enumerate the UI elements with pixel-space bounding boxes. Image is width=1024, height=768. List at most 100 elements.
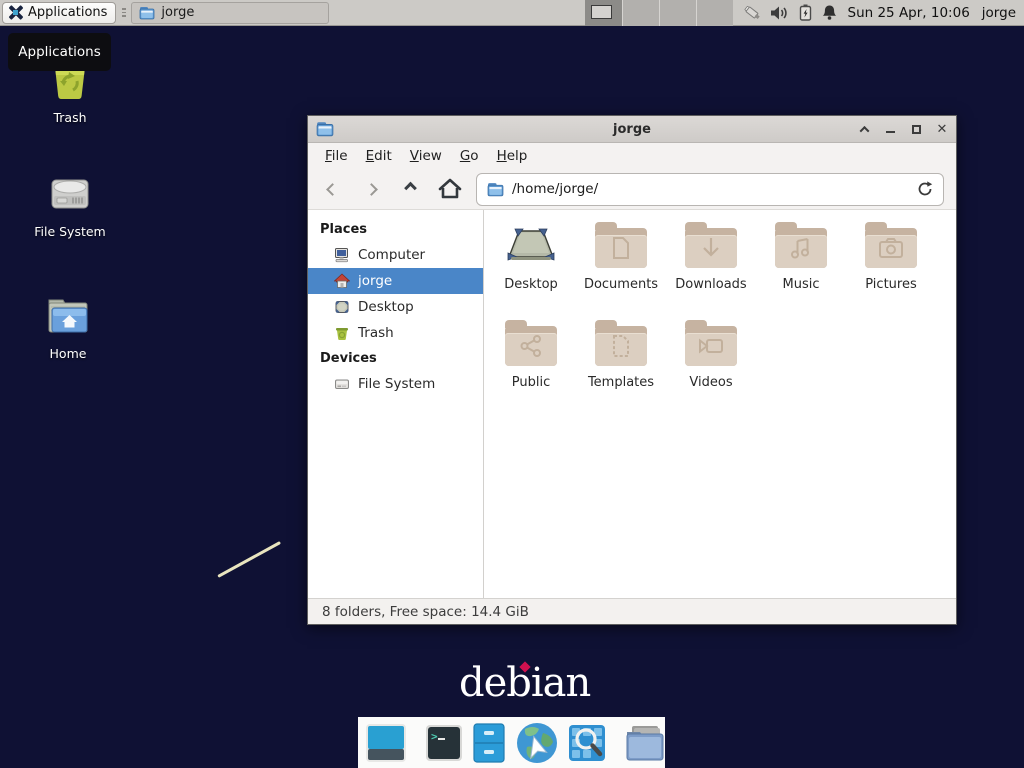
music-emblem-icon: [789, 236, 813, 260]
volume-icon[interactable]: [770, 5, 790, 21]
folder-icon: [139, 6, 155, 20]
menu-view[interactable]: View: [401, 144, 451, 168]
applications-menu-button[interactable]: Applications: [2, 2, 116, 24]
panel-handle[interactable]: [119, 4, 128, 22]
folder-item-label: Pictures: [865, 277, 916, 292]
desktop-line-artifact: [217, 541, 281, 578]
share-emblem-icon: [519, 334, 543, 358]
stylus-tray-icon[interactable]: [741, 4, 761, 22]
forward-button[interactable]: [353, 173, 390, 205]
menu-edit[interactable]: Edit: [357, 144, 401, 168]
desktop-icon-home-label: Home: [50, 346, 87, 361]
home-folder-icon: [43, 292, 93, 338]
folder-icon: [685, 222, 737, 268]
up-button[interactable]: [392, 173, 429, 205]
folder-icon: [595, 320, 647, 366]
maximize-window-button[interactable]: [910, 123, 922, 135]
sidebar-places-header: Places: [308, 217, 483, 242]
desktop-icon-home[interactable]: Home: [16, 292, 120, 361]
sidebar-item-desktop[interactable]: Desktop: [308, 294, 483, 320]
folder-launcher[interactable]: [624, 724, 666, 762]
desktop-icon-filesystem[interactable]: File System: [18, 170, 122, 239]
sidebar-devices-header: Devices: [308, 346, 483, 371]
folder-item-music[interactable]: Music: [756, 222, 846, 320]
home-icon: [334, 273, 350, 289]
app-finder-icon: [568, 724, 606, 762]
applications-tooltip-text: Applications: [18, 44, 100, 60]
workspace-1[interactable]: [585, 0, 622, 26]
home-icon: [438, 178, 462, 200]
notifications-bell-icon[interactable]: [821, 4, 838, 21]
menu-file[interactable]: File: [316, 144, 357, 168]
desktop-icon-filesystem-label: File System: [34, 224, 106, 239]
folder-item-downloads[interactable]: Downloads: [666, 222, 756, 320]
folder-item-label: Documents: [584, 277, 658, 292]
computer-icon: [334, 247, 350, 263]
statusbar: 8 folders, Free space: 14.4 GiB: [308, 598, 956, 624]
workspace-2[interactable]: [622, 0, 659, 26]
file-manager-launcher[interactable]: [472, 723, 506, 763]
close-window-button[interactable]: ✕: [936, 123, 948, 135]
address-bar[interactable]: /home/jorge/: [476, 173, 944, 206]
sidebar-item-jorge-label: jorge: [358, 273, 392, 289]
folder-item-documents[interactable]: Documents: [576, 222, 666, 320]
file-view[interactable]: Desktop Documents: [484, 210, 956, 598]
template-emblem-icon: [610, 334, 632, 358]
debian-logo: debian: [459, 660, 590, 706]
taskbar-window-label: jorge: [161, 5, 194, 20]
terminal-icon: >: [425, 724, 463, 762]
top-panel: Applications jorge: [0, 0, 1024, 26]
workspace-3[interactable]: [659, 0, 696, 26]
folder-item-public[interactable]: Public: [486, 320, 576, 418]
clock[interactable]: Sun 25 Apr, 10:06: [848, 5, 970, 21]
username-label[interactable]: jorge: [982, 5, 1016, 21]
terminal-launcher[interactable]: >: [425, 724, 463, 762]
sidebar-item-trash[interactable]: Trash: [308, 320, 483, 346]
folder-item-videos[interactable]: Videos: [666, 320, 756, 418]
battery-icon[interactable]: [799, 4, 812, 21]
sidebar-item-jorge[interactable]: jorge: [308, 268, 483, 294]
sidebar-item-filesystem-label: File System: [358, 376, 435, 392]
shade-window-button[interactable]: [858, 123, 870, 135]
applications-tooltip: Applications: [8, 33, 111, 71]
back-button[interactable]: [314, 173, 351, 205]
reload-icon[interactable]: [917, 181, 933, 197]
folder-item-label: Music: [783, 277, 820, 292]
hard-drive-icon: [45, 170, 95, 216]
folder-icon: [775, 222, 827, 268]
window-titlebar[interactable]: jorge ✕: [308, 116, 956, 143]
sidebar-item-trash-label: Trash: [358, 325, 394, 341]
camera-emblem-icon: [878, 237, 904, 259]
home-button[interactable]: [431, 173, 468, 205]
sidebar-item-filesystem[interactable]: File System: [308, 371, 483, 397]
folder-icon: [865, 222, 917, 268]
sidebar-item-desktop-label: Desktop: [358, 299, 414, 315]
address-folder-icon: [487, 182, 504, 197]
menu-help[interactable]: Help: [488, 144, 537, 168]
folder-item-label: Public: [512, 375, 550, 390]
address-path[interactable]: /home/jorge/: [512, 181, 909, 197]
sidebar-item-computer[interactable]: Computer: [308, 242, 483, 268]
minimize-window-button[interactable]: [884, 123, 896, 135]
statusbar-text: 8 folders, Free space: 14.4 GiB: [322, 604, 529, 620]
folder-item-label: Videos: [689, 375, 732, 390]
folder-item-desktop[interactable]: Desktop: [486, 222, 576, 320]
taskbar-window-button[interactable]: jorge: [131, 2, 329, 24]
video-emblem-icon: [697, 336, 725, 356]
sidebar: Places Computer jorge: [308, 210, 484, 598]
workspace-4[interactable]: [696, 0, 733, 26]
folder-item-pictures[interactable]: Pictures: [846, 222, 936, 320]
folder-item-templates[interactable]: Templates: [576, 320, 666, 418]
menubar: File Edit View Go Help: [308, 143, 956, 169]
dock-folder-icon: [624, 724, 666, 762]
file-cabinet-icon: [472, 723, 506, 763]
applications-menu-label: Applications: [28, 5, 107, 20]
app-finder-launcher[interactable]: [568, 724, 606, 762]
folder-item-label: Desktop: [504, 277, 558, 292]
workspace-switcher[interactable]: [585, 0, 733, 26]
download-emblem-icon: [700, 236, 722, 260]
web-browser-launcher[interactable]: [515, 721, 559, 765]
show-desktop-button[interactable]: [365, 723, 407, 763]
menu-go[interactable]: Go: [451, 144, 488, 168]
folder-icon: [685, 320, 737, 366]
